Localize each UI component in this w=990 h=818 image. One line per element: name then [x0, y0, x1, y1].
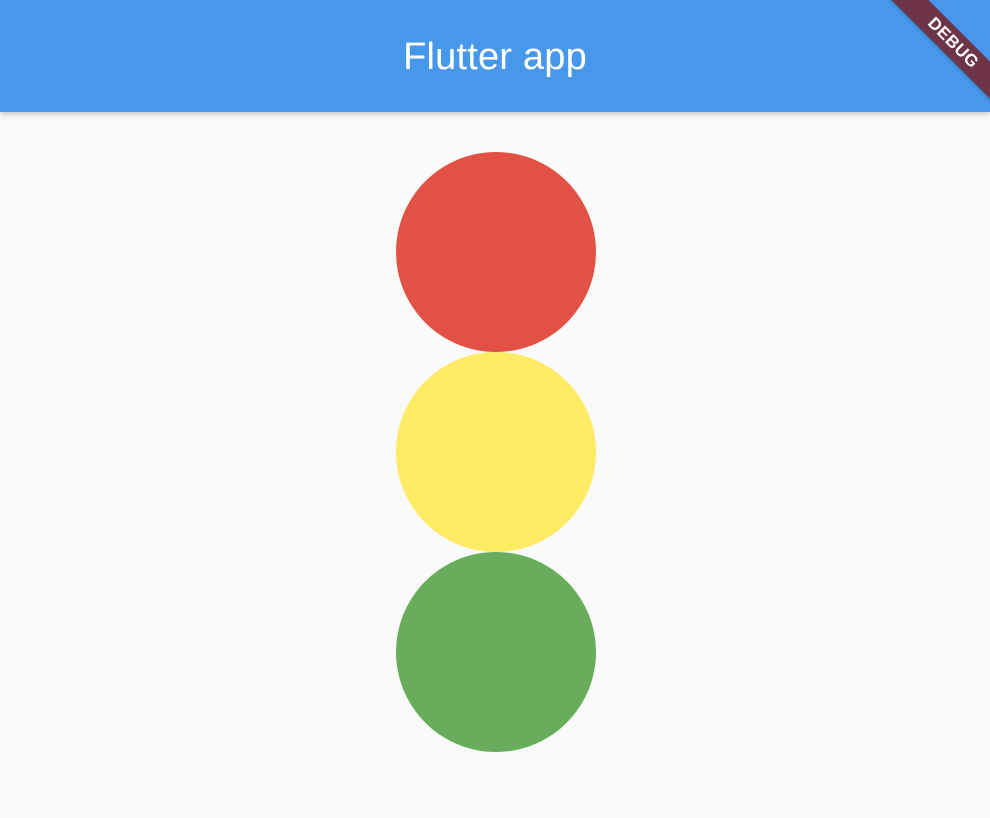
flutter-app-window: Flutter app DEBUG — [0, 0, 990, 818]
red-light-circle — [396, 152, 596, 352]
app-bar: Flutter app — [0, 0, 990, 112]
app-body — [0, 112, 990, 818]
app-bar-title: Flutter app — [403, 35, 587, 78]
yellow-light-circle — [396, 352, 596, 552]
green-light-circle — [396, 552, 596, 752]
traffic-light-column — [396, 152, 596, 752]
